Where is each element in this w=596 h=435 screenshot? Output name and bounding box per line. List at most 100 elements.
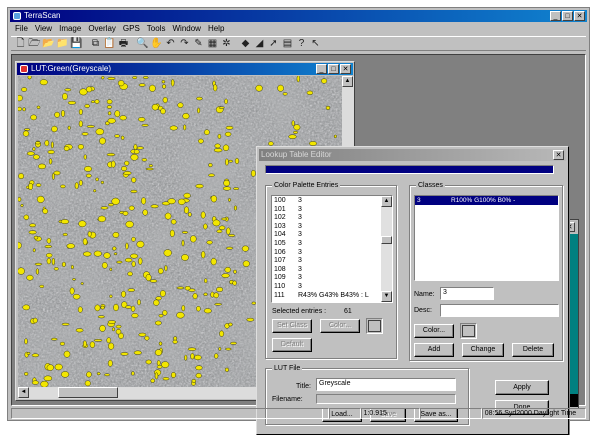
lut-filename-field[interactable] <box>316 394 456 404</box>
image-horizontal-thumb[interactable] <box>58 387 118 398</box>
image-maximize-button[interactable]: □ <box>328 64 339 74</box>
class-color-button[interactable]: Color... <box>414 324 454 338</box>
overlay-blob <box>54 111 60 118</box>
select-icon[interactable]: ▦ <box>206 37 219 50</box>
new-file-icon[interactable]: 🗋 <box>14 37 27 50</box>
palette-entry-row[interactable]: 110 3 <box>272 283 380 292</box>
copy-icon[interactable]: ⧉ <box>89 37 102 50</box>
menu-view[interactable]: View <box>35 24 52 33</box>
overlay-blob <box>131 371 135 376</box>
overlay-blob <box>141 123 149 127</box>
overlay-blob <box>26 351 31 355</box>
apply-button[interactable]: Apply <box>495 380 549 395</box>
default-button[interactable]: Default <box>272 338 312 352</box>
overlay-blob <box>127 271 133 277</box>
save-icon[interactable]: 💾 <box>70 37 83 50</box>
app-minimize-button[interactable]: _ <box>550 11 561 21</box>
pointer-icon[interactable]: ➚ <box>267 37 280 50</box>
menu-tools[interactable]: Tools <box>147 24 166 33</box>
overlay-blob <box>107 118 116 124</box>
open-project-icon[interactable]: 📂 <box>42 37 55 50</box>
overlay-blob <box>216 287 224 292</box>
overlay-blob <box>42 208 49 214</box>
palette-scroll-up-button[interactable]: ▲ <box>381 196 392 207</box>
lut-title-field[interactable]: Greyscale <box>316 378 456 391</box>
dialog-close-button[interactable]: ✕ <box>553 150 564 160</box>
settings-icon[interactable]: ✲ <box>220 37 233 50</box>
palette-entry-row[interactable]: 101 3 <box>272 206 380 215</box>
menu-file[interactable]: File <box>15 24 28 33</box>
classes-group: Classes 3 R100% G100% B0% - Name: 3 Desc:… <box>409 181 563 361</box>
palette-color-button[interactable]: Color... <box>320 319 360 333</box>
classes-list[interactable]: 3 R100% G100% B0% - <box>414 195 559 281</box>
overlay-blob <box>106 99 113 105</box>
palette-entry-row[interactable]: 103 3 <box>272 223 380 232</box>
context-help-icon[interactable]: ↖ <box>309 37 322 50</box>
add-class-button[interactable]: Add <box>414 343 454 357</box>
undo-icon[interactable]: ↶ <box>164 37 177 50</box>
class-name-field[interactable]: 3 <box>440 287 494 300</box>
layers-icon[interactable]: ▤ <box>281 37 294 50</box>
palette-scrollbar[interactable]: ▲ ▼ <box>381 196 392 302</box>
open-file-icon[interactable]: 🗁 <box>28 37 41 50</box>
cube-icon[interactable]: ◆ <box>239 37 252 50</box>
overlay-blob <box>128 205 135 211</box>
class-desc-field[interactable] <box>440 304 559 317</box>
menu-help[interactable]: Help <box>208 24 224 33</box>
palette-entry-row[interactable]: 102 3 <box>272 214 380 223</box>
overlay-blob <box>64 88 72 92</box>
open-folder-icon[interactable]: 📁 <box>56 37 69 50</box>
menu-image[interactable]: Image <box>59 24 81 33</box>
image-minimize-button[interactable]: _ <box>316 64 327 74</box>
change-class-button[interactable]: Change <box>462 343 504 357</box>
overlay-blob <box>94 99 100 104</box>
palette-entry-row[interactable]: 104 3 <box>272 231 380 240</box>
palette-entry-row[interactable]: 109 3 <box>272 274 380 283</box>
overlay-blob <box>75 328 84 333</box>
palette-entry-row[interactable]: 107 3 <box>272 257 380 266</box>
overlay-blob <box>119 115 127 121</box>
dialog-title-bar[interactable]: Lookup Table Editor ✕ <box>259 149 566 161</box>
palette-entry-row[interactable]: 105 3 <box>272 240 380 249</box>
info-icon[interactable]: ? <box>295 37 308 50</box>
image-window-title-bar[interactable]: LUT:Green(Greyscale) _ □ ✕ <box>17 63 353 75</box>
app-title-bar[interactable]: TerraScan _ □ ✕ <box>10 10 587 22</box>
delete-class-button[interactable]: Delete <box>512 343 554 357</box>
overlay-blob <box>282 92 288 96</box>
overlay-blob <box>24 128 31 131</box>
overlay-blob <box>225 125 234 130</box>
measure-icon[interactable]: ◢ <box>253 37 266 50</box>
menu-overlay[interactable]: Overlay <box>88 24 116 33</box>
image-scroll-up-button[interactable]: ▲ <box>342 76 353 87</box>
overlay-blob <box>133 144 138 150</box>
palette-entry-row[interactable]: 108 3 <box>272 266 380 275</box>
overlay-blob <box>167 198 176 205</box>
palette-scroll-down-button[interactable]: ▼ <box>381 291 392 302</box>
overlay-blob <box>22 304 30 311</box>
pencil-icon[interactable]: ✎ <box>192 37 205 50</box>
image-close-button[interactable]: ✕ <box>340 64 351 74</box>
image-scroll-left-button[interactable]: ◄ <box>18 387 29 398</box>
redo-icon[interactable]: ↷ <box>178 37 191 50</box>
palette-entries-list[interactable]: 100 3 101 3 102 3 103 3 104 3 105 3 106 3 107 3 108 3 109 3… <box>271 195 393 303</box>
palette-scroll-thumb[interactable] <box>381 236 392 244</box>
overlay-blob <box>177 102 184 108</box>
overlay-blob <box>156 360 161 366</box>
paste-icon[interactable]: 📋 <box>103 37 116 50</box>
print-icon[interactable]: 🖶 <box>117 37 130 50</box>
class-item-row[interactable]: 3 R100% G100% B0% - <box>415 196 558 205</box>
set-class-button[interactable]: Set Class <box>272 319 312 333</box>
overlay-blob <box>196 96 203 101</box>
overlay-blob <box>138 117 146 122</box>
palette-entry-index: 102 <box>274 214 286 222</box>
app-maximize-button[interactable]: □ <box>562 11 573 21</box>
menu-gps[interactable]: GPS <box>123 24 140 33</box>
palette-entry-row[interactable]: 106 3 <box>272 249 380 258</box>
palette-entry-row[interactable]: 111 R43% G43% B43% : L <box>272 292 380 301</box>
app-close-button[interactable]: ✕ <box>574 11 585 21</box>
zoom-icon[interactable]: 🔍 <box>136 37 149 50</box>
palette-entry-row[interactable]: 100 3 <box>272 197 380 206</box>
overlay-blob <box>107 111 112 116</box>
hand-pan-icon[interactable]: ✋ <box>150 37 163 50</box>
menu-window[interactable]: Window <box>172 24 200 33</box>
